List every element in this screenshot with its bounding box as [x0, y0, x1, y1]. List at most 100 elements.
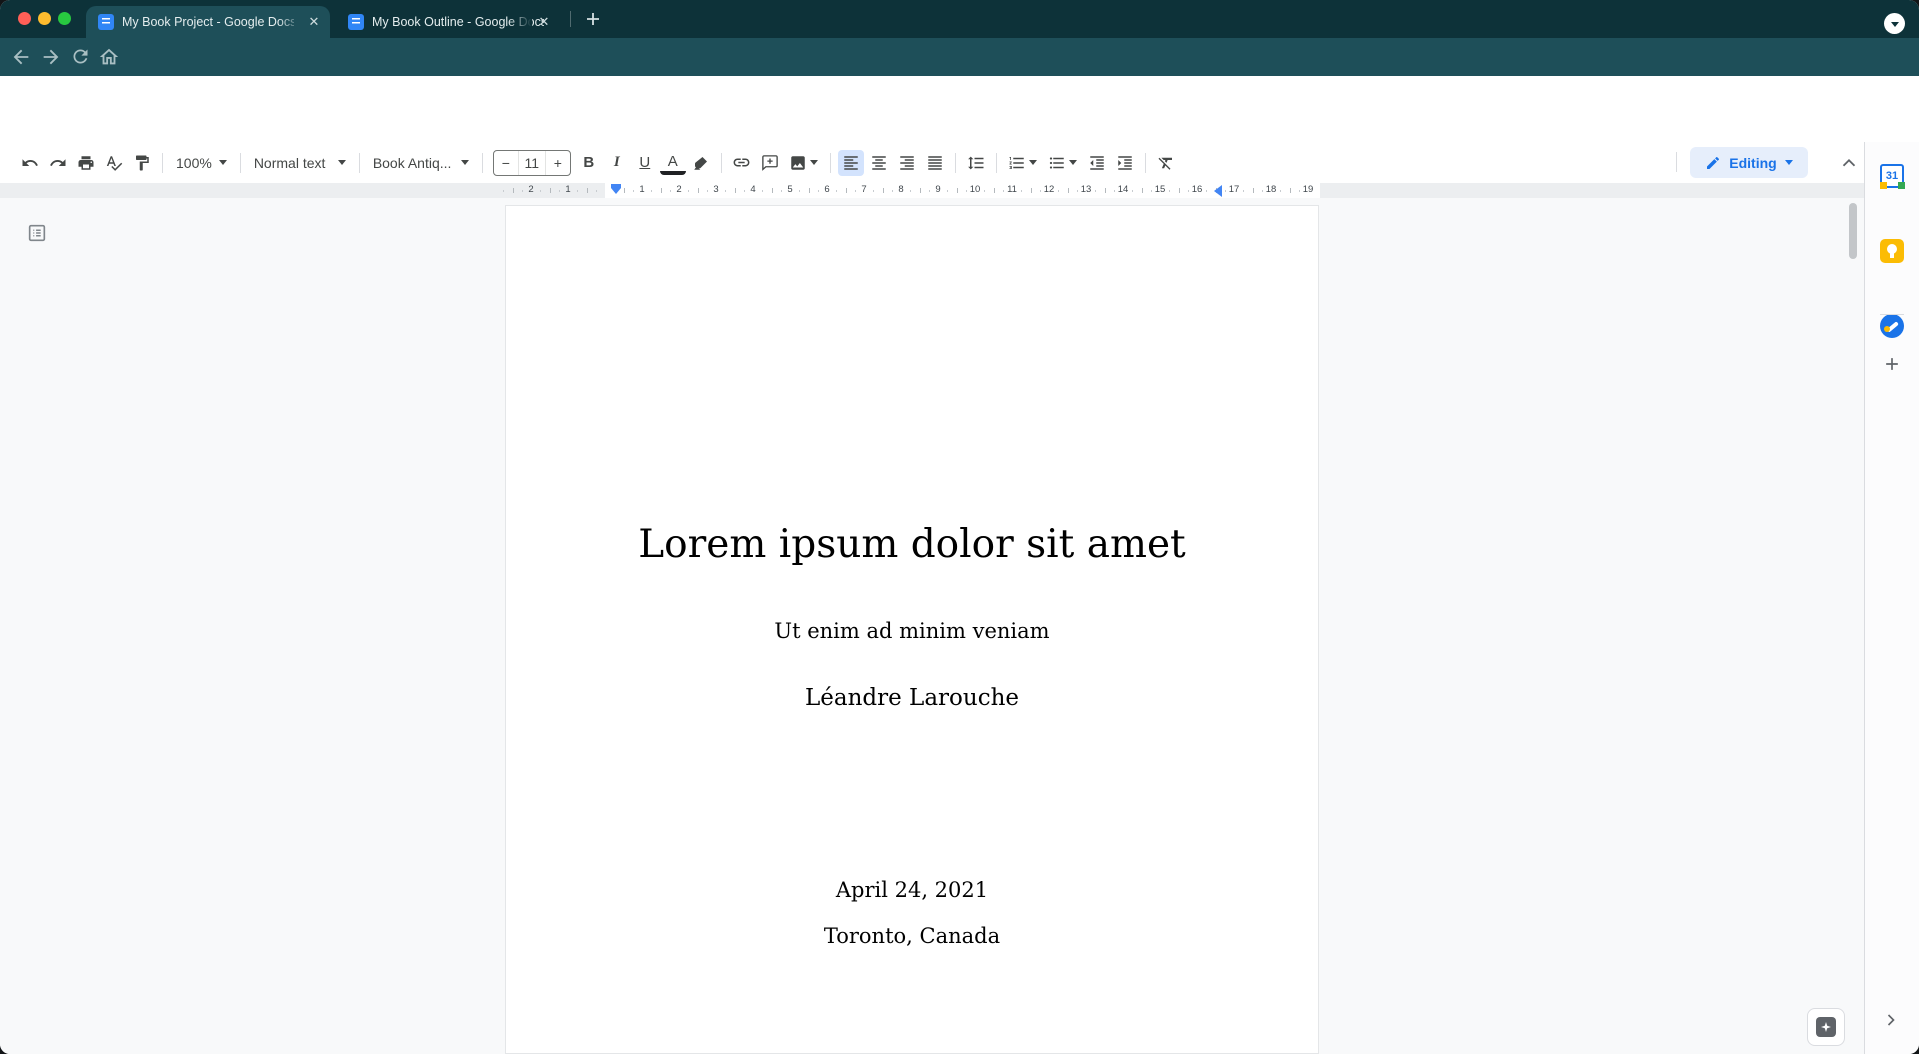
google-tasks-icon[interactable]	[1880, 314, 1904, 338]
tab-title: My Book Project - Google Docs	[122, 15, 294, 29]
back-icon[interactable]	[10, 46, 32, 68]
right-indent-marker[interactable]	[1208, 185, 1222, 197]
ruler-num: 1	[639, 184, 644, 195]
italic-button[interactable]: I	[604, 150, 630, 176]
mode-label: Editing	[1729, 155, 1776, 171]
ruler-dot	[633, 190, 634, 192]
insert-image-icon[interactable]	[785, 150, 823, 176]
ruler-dot	[688, 190, 689, 192]
ruler-dot	[1095, 190, 1096, 192]
doc-line-location[interactable]: Toronto, Canada	[506, 924, 1318, 948]
chevron-down-icon	[338, 160, 346, 169]
ruler-dot	[1280, 190, 1281, 192]
doc-line-date[interactable]: April 24, 2021	[506, 878, 1318, 902]
ruler-num: 17	[1229, 184, 1240, 195]
ruler-num: 6	[824, 184, 829, 195]
ruler[interactable]: 1212345678910111213141516171819	[0, 183, 1864, 198]
ruler-dot	[1114, 190, 1115, 192]
google-keep-icon[interactable]	[1880, 239, 1904, 263]
tab-my-book-project[interactable]: My Book Project - Google Docs ✕	[86, 6, 330, 38]
tab-my-book-outline[interactable]: My Book Outline - Google Docs ✕	[336, 6, 560, 38]
docs-favicon	[98, 14, 114, 30]
ruler-tick	[1105, 188, 1106, 193]
ruler-dot	[1003, 190, 1004, 192]
vertical-scrollbar-thumb[interactable]	[1849, 203, 1857, 259]
underline-button[interactable]: U	[632, 150, 658, 176]
ruler-tick	[513, 188, 514, 193]
macos-minimize-button[interactable]	[38, 12, 51, 25]
ruler-tick	[994, 188, 995, 193]
show-outline-icon[interactable]	[26, 222, 48, 244]
decrease-font-size-button[interactable]: −	[494, 151, 518, 175]
explore-button[interactable]	[1807, 1008, 1845, 1046]
editing-mode-button[interactable]: Editing	[1690, 147, 1808, 178]
ruler-dot	[1169, 190, 1170, 192]
ruler-tick	[698, 188, 699, 193]
left-indent-marker[interactable]	[611, 184, 621, 198]
toolbar-divider	[1145, 153, 1146, 173]
reload-icon[interactable]	[70, 46, 92, 68]
ruler-dot	[1188, 190, 1189, 192]
tab-search-button[interactable]	[1884, 13, 1905, 34]
toolbar-divider	[1676, 152, 1677, 172]
close-tab-icon[interactable]: ✕	[536, 14, 552, 30]
undo-icon[interactable]	[17, 150, 43, 176]
doc-line-author[interactable]: Léandre Larouche	[506, 685, 1318, 711]
numbered-list-icon[interactable]	[1004, 150, 1042, 176]
redo-icon[interactable]	[45, 150, 71, 176]
side-panel: 31	[1864, 142, 1919, 1054]
align-right-button[interactable]	[894, 150, 920, 176]
doc-line-subtitle[interactable]: Ut enim ad minim veniam	[506, 619, 1318, 643]
chevron-down-icon	[1785, 160, 1793, 169]
ruler-tick	[587, 188, 588, 193]
home-icon[interactable]	[98, 46, 120, 68]
line-spacing-icon[interactable]	[963, 150, 989, 176]
increase-font-size-button[interactable]: +	[546, 151, 570, 175]
align-left-button[interactable]	[838, 150, 864, 176]
ruler-dot	[670, 190, 671, 192]
document-page[interactable]: Lorem ipsum dolor sit amet Ut enim ad mi…	[505, 205, 1319, 1054]
add-comment-icon[interactable]	[757, 150, 783, 176]
ruler-dot	[577, 190, 578, 192]
chevron-down-icon	[1069, 160, 1077, 169]
ruler-dot	[947, 190, 948, 192]
increase-indent-icon[interactable]	[1112, 150, 1138, 176]
ruler-dot	[1040, 190, 1041, 192]
close-tab-icon[interactable]: ✕	[306, 14, 322, 30]
print-icon[interactable]	[73, 150, 99, 176]
justify-button[interactable]	[922, 150, 948, 176]
ruler-dot	[651, 190, 652, 192]
paragraph-style-select[interactable]: Normal text	[247, 150, 353, 176]
ruler-dot	[503, 190, 504, 192]
ruler-dot	[725, 190, 726, 192]
spell-check-icon[interactable]	[101, 150, 127, 176]
ruler-dot	[596, 190, 597, 192]
macos-close-button[interactable]	[18, 12, 31, 25]
ruler-dot	[818, 190, 819, 192]
ruler-num: 12	[1044, 184, 1055, 195]
text-color-button[interactable]: A	[660, 153, 686, 175]
font-size-value[interactable]: 11	[518, 151, 546, 175]
ruler-tick	[1290, 188, 1291, 193]
macos-zoom-button[interactable]	[58, 12, 71, 25]
clear-formatting-icon[interactable]	[1153, 150, 1179, 176]
align-center-button[interactable]	[866, 150, 892, 176]
bulleted-list-icon[interactable]	[1044, 150, 1082, 176]
decrease-indent-icon[interactable]	[1084, 150, 1110, 176]
hide-menus-chevron-icon[interactable]	[1838, 152, 1860, 174]
hide-side-panel-chevron-icon[interactable]	[1881, 1010, 1901, 1030]
forward-icon[interactable]	[40, 46, 62, 68]
bold-button[interactable]: B	[576, 150, 602, 176]
font-family-select[interactable]: Book Antiq...	[366, 150, 476, 176]
ruler-num: 15	[1155, 184, 1166, 195]
new-tab-button[interactable]	[582, 8, 604, 30]
insert-link-icon[interactable]	[729, 150, 755, 176]
get-addons-plus-icon[interactable]	[1882, 354, 1902, 374]
tab-divider	[570, 11, 571, 27]
highlight-color-icon[interactable]	[688, 150, 714, 176]
ruler-dot	[762, 190, 763, 192]
google-calendar-icon[interactable]: 31	[1880, 164, 1904, 188]
paint-format-icon[interactable]	[129, 150, 155, 176]
doc-line-title[interactable]: Lorem ipsum dolor sit amet	[506, 522, 1318, 567]
zoom-select[interactable]: 100%	[169, 150, 234, 176]
